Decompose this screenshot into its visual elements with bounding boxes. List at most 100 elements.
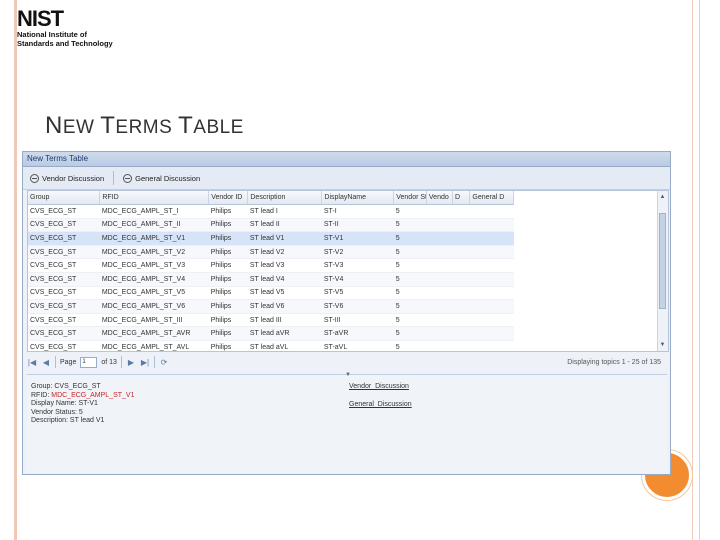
field-value: ST-V1: [78, 400, 98, 408]
table-cell: CVS_ECG_ST: [28, 326, 100, 341]
table-row[interactable]: CVS_ECG_ST MDC_ECG_AMPL_ST_I Philips ST lea…: [28, 204, 514, 219]
table-cell: CVS_ECG_ST: [28, 340, 100, 351]
general-discussion-link[interactable]: General_Discussion: [349, 401, 412, 409]
table-row[interactable]: CVS_ECG_ST MDC_ECG_AMPL_ST_V5 Philips ST le…: [28, 286, 514, 301]
table-cell: 5: [393, 326, 427, 341]
table-cell: [469, 204, 514, 219]
table-cell: ST-aVL: [321, 340, 394, 351]
prev-page-icon[interactable]: ◀: [41, 358, 51, 367]
table-cell: Philips: [208, 231, 248, 246]
table-row[interactable]: CVS_ECG_ST MDC_ECG_AMPL_ST_V3 Philips ST le…: [28, 258, 514, 273]
table-row[interactable]: CVS_ECG_ST MDC_ECG_AMPL_ST_AVL Philips ST l…: [28, 340, 514, 351]
table-cell: MDC_ECG_AMPL_ST_V4: [99, 272, 209, 287]
table-cell: ST lead V2: [247, 245, 322, 260]
minus-circle-icon: [123, 173, 133, 183]
column-header[interactable]: Description: [247, 191, 323, 205]
left-decorative-rail: [14, 0, 17, 540]
table-cell: ST lead V3: [247, 258, 322, 273]
title-fragment: ABLE: [193, 117, 244, 138]
table-cell: [426, 313, 453, 328]
column-header[interactable]: Vendo: [426, 191, 454, 205]
refresh-icon[interactable]: ⟳: [159, 358, 169, 367]
field-label: Description:: [31, 417, 68, 425]
table-cell: [452, 218, 470, 233]
table-cell: ST-V2: [321, 245, 394, 260]
table-cell: 5: [393, 231, 427, 246]
vendor-discussion-button[interactable]: Vendor Discussion: [27, 173, 107, 184]
table-cell: 5: [393, 204, 427, 219]
grid-header-row: Group RFID Vendor ID Description DisplayName…: [28, 191, 514, 205]
column-header[interactable]: RFID: [99, 191, 210, 205]
table-cell: ST-aVR: [321, 326, 394, 341]
title-letter: T: [178, 112, 194, 139]
table-cell: CVS_ECG_ST: [28, 313, 100, 328]
table-row[interactable]: CVS_ECG_ST MDC_ECG_AMPL_ST_III Philips ST l…: [28, 313, 514, 328]
table-cell: [426, 258, 453, 273]
last-page-icon[interactable]: ▶|: [140, 358, 150, 367]
table-cell: [469, 286, 514, 301]
table-row[interactable]: CVS_ECG_ST MDC_ECG_AMPL_ST_AVR Philips ST l…: [28, 326, 514, 341]
table-cell: MDC_ECG_AMPL_ST_I: [99, 204, 209, 219]
table-row[interactable]: CVS_ECG_ST MDC_ECG_AMPL_ST_V6 Philips ST le…: [28, 299, 514, 314]
page-number-input[interactable]: 1: [80, 356, 98, 368]
discussion-links: Vendor_Discussion General_Discussion: [349, 383, 412, 419]
column-header[interactable]: Vendor St: [393, 191, 427, 205]
slide-title: NEW TERMS TABLE: [45, 112, 244, 140]
table-cell: [426, 340, 453, 351]
table-cell: ST-III: [321, 313, 394, 328]
grid-vertical-scrollbar[interactable]: ▲ ▼: [657, 191, 668, 351]
table-cell: [452, 326, 470, 341]
table-cell: [452, 258, 470, 273]
table-cell: MDC_ECG_AMPL_ST_V5: [99, 286, 209, 301]
column-header[interactable]: DisplayName: [321, 191, 395, 205]
column-header[interactable]: Vendor ID: [208, 191, 249, 205]
table-cell: Philips: [208, 340, 248, 351]
table-cell: [469, 326, 514, 341]
table-cell: MDC_ECG_AMPL_ST_AVR: [99, 326, 209, 341]
grid-body: CVS_ECG_ST MDC_ECG_AMPL_ST_I Philips ST lea…: [28, 204, 514, 351]
table-cell: [452, 204, 470, 219]
next-page-icon[interactable]: ▶: [126, 358, 136, 367]
general-discussion-button[interactable]: General Discussion: [120, 173, 203, 184]
table-cell: CVS_ECG_ST: [28, 258, 100, 273]
nist-logo: NIST National Institute of Standards and…: [17, 8, 137, 52]
table-cell: ST-I: [321, 204, 394, 219]
table-cell: MDC_ECG_AMPL_ST_II: [99, 218, 209, 233]
table-row[interactable]: CVS_ECG_ST MDC_ECG_AMPL_ST_V2 Philips ST le…: [28, 245, 514, 260]
table-cell: ST lead V6: [247, 299, 322, 314]
table-cell: [426, 245, 453, 260]
table-cell: [452, 272, 470, 287]
column-header[interactable]: General D: [469, 191, 514, 205]
table-cell: Philips: [208, 299, 248, 314]
table-row[interactable]: CVS_ECG_ST MDC_ECG_AMPL_ST_V4 Philips ST le…: [28, 272, 514, 287]
vendor-discussion-link[interactable]: Vendor_Discussion: [349, 383, 412, 391]
table-cell: ST-V5: [321, 286, 394, 301]
table-cell: [452, 313, 470, 328]
table-cell: CVS_ECG_ST: [28, 286, 100, 301]
right-decorative-rail: [692, 0, 693, 540]
scroll-down-icon[interactable]: ▼: [659, 341, 666, 349]
column-header[interactable]: D: [452, 191, 471, 205]
collapse-arrow-icon[interactable]: ▼: [345, 372, 351, 378]
table-cell: ST lead I: [247, 204, 322, 219]
table-cell: [452, 231, 470, 246]
new-terms-table-window: New Terms Table Vendor Discussion Genera…: [22, 151, 671, 475]
table-cell: [469, 231, 514, 246]
scroll-up-icon[interactable]: ▲: [659, 193, 666, 201]
field-value: ST lead V1: [69, 417, 105, 425]
table-cell: CVS_ECG_ST: [28, 231, 100, 246]
table-cell: ST lead V5: [247, 286, 322, 301]
page-of-label: of 13: [101, 358, 117, 366]
column-header[interactable]: Group: [28, 191, 101, 205]
table-row[interactable]: CVS_ECG_ST MDC_ECG_AMPL_ST_V1 Philips ST le…: [28, 231, 514, 246]
table-row[interactable]: CVS_ECG_ST MDC_ECG_AMPL_ST_II Philips ST le…: [28, 218, 514, 233]
field-value: 5: [78, 408, 83, 416]
detail-vendor-status: Vendor Status: 5: [31, 409, 135, 418]
table-cell: MDC_ECG_AMPL_ST_V2: [99, 245, 209, 260]
table-cell: [469, 313, 514, 328]
table-cell: [452, 299, 470, 314]
field-label: RFID:: [31, 391, 50, 399]
scroll-thumb[interactable]: [659, 213, 666, 309]
first-page-icon[interactable]: |◀: [27, 358, 37, 367]
table-cell: ST-V1: [321, 231, 394, 246]
